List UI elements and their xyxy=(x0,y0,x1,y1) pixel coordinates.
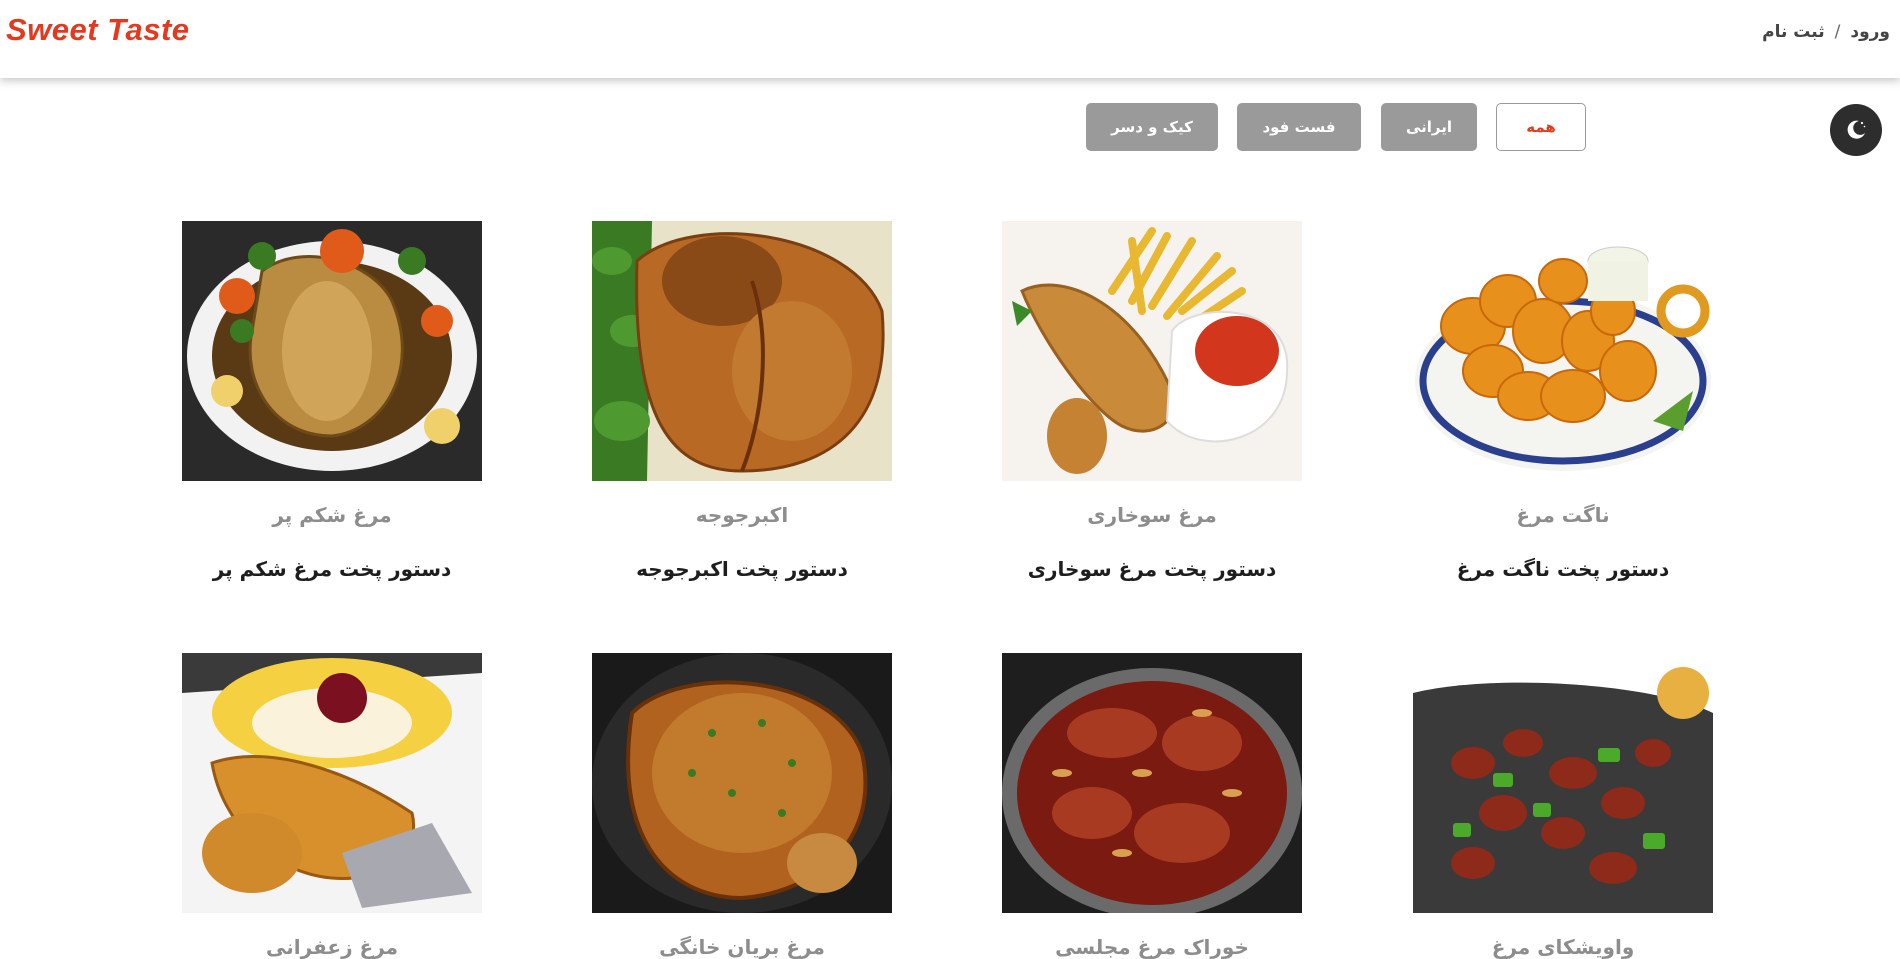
login-link[interactable]: ورود xyxy=(1850,22,1890,42)
top-navbar: Sweet Taste ورود / ثبت نام xyxy=(0,0,1900,78)
recipe-card[interactable]: اکبرجوجه دستور پخت اکبرجوجه xyxy=(592,221,892,581)
chicken-vavishka-image[interactable] xyxy=(1413,653,1713,913)
recipe-card[interactable]: خوراک مرغ مجلسی xyxy=(1002,653,1302,959)
stuffed-chicken-image[interactable] xyxy=(182,221,482,481)
moon-icon xyxy=(1847,120,1866,139)
recipe-title: واویشکای مرغ xyxy=(1491,935,1635,959)
recipe-title: مرغ بریان خانگی xyxy=(659,935,825,959)
register-link[interactable]: ثبت نام xyxy=(1762,22,1824,42)
site-logo[interactable]: Sweet Taste xyxy=(6,12,190,48)
recipe-title: خوراک مرغ مجلسی xyxy=(1055,935,1249,959)
fried-chicken-image[interactable] xyxy=(1002,221,1302,481)
filter-all[interactable]: همه xyxy=(1496,103,1586,151)
recipe-card[interactable]: واویشکای مرغ xyxy=(1413,653,1713,959)
recipe-card[interactable]: مرغ سوخاری دستور پخت مرغ سوخاری xyxy=(1002,221,1302,581)
recipe-description[interactable]: دستور پخت ناگت مرغ xyxy=(1413,557,1713,581)
filter-fast-food[interactable]: فست فود xyxy=(1237,103,1361,151)
recipe-title: مرغ زعفرانی xyxy=(265,935,399,959)
recipe-description[interactable]: دستور پخت مرغ سوخاری xyxy=(1002,557,1302,581)
recipe-description[interactable]: دستور پخت مرغ شکم پر xyxy=(182,557,482,581)
recipe-card[interactable]: مرغ شکم پر دستور پخت مرغ شکم پر xyxy=(182,221,482,581)
chicken-stew-image[interactable] xyxy=(1002,653,1302,913)
filter-iranian[interactable]: ایرانی xyxy=(1381,103,1477,151)
recipe-title: مرغ سوخاری xyxy=(1087,503,1217,527)
auth-links: ورود / ثبت نام xyxy=(1762,22,1890,42)
recipe-description[interactable]: دستور پخت اکبرجوجه xyxy=(592,557,892,581)
akbar-joojeh-image[interactable] xyxy=(592,221,892,481)
recipe-card[interactable]: مرغ زعفرانی xyxy=(182,653,482,959)
auth-separator: / xyxy=(1834,22,1841,42)
category-filters: کیک و دسر فست فود ایرانی همه xyxy=(1086,103,1586,151)
saffron-chicken-image[interactable] xyxy=(182,653,482,913)
theme-toggle-button[interactable] xyxy=(1830,104,1882,156)
recipe-card[interactable]: ناگت مرغ دستور پخت ناگت مرغ xyxy=(1413,221,1713,581)
recipe-title: مرغ شکم پر xyxy=(272,503,392,527)
recipe-card[interactable]: مرغ بریان خانگی xyxy=(592,653,892,959)
recipe-title: اکبرجوجه xyxy=(695,503,789,527)
filter-cakes-desserts[interactable]: کیک و دسر xyxy=(1086,103,1218,151)
recipe-title: ناگت مرغ xyxy=(1516,503,1610,527)
chicken-nuggets-image[interactable] xyxy=(1413,221,1713,481)
roast-chicken-image[interactable] xyxy=(592,653,892,913)
